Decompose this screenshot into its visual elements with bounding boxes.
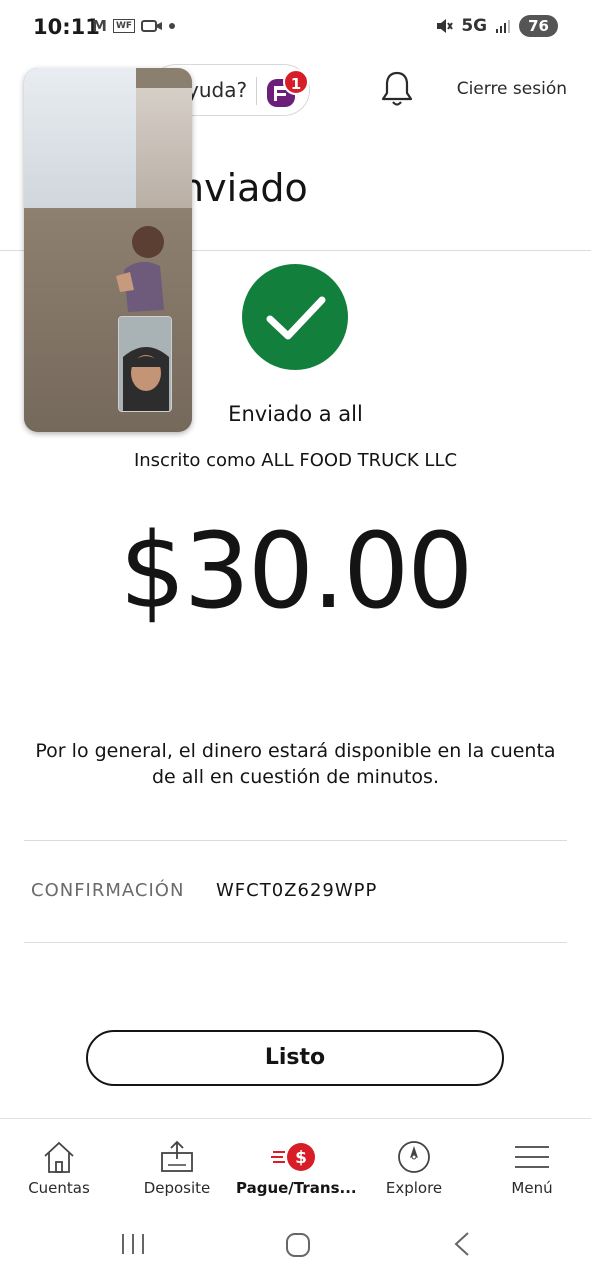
back-icon[interactable] (450, 1230, 474, 1258)
nav-label: Deposite (143, 1179, 211, 1197)
video-fridge (24, 68, 136, 208)
home-icon (44, 1141, 74, 1173)
notification-badge: 1 (283, 69, 309, 95)
more-notifications-dot (169, 23, 176, 29)
nav-deposit[interactable]: Deposite (118, 1119, 236, 1207)
page-title: nviado (180, 166, 308, 210)
confirmation-number: WFCT0Z629WPP (216, 880, 378, 901)
home-button-icon[interactable] (284, 1231, 312, 1259)
system-navigation-bar (0, 1206, 591, 1280)
help-divider (256, 77, 257, 105)
status-right: 5G 76 (435, 15, 558, 37)
sent-to-label: Enviado a all (0, 402, 591, 426)
video-child (116, 226, 164, 312)
status-notification-icons: M WF (92, 17, 176, 35)
hamburger-icon (515, 1146, 549, 1168)
nav-label: Explore (385, 1179, 443, 1197)
gmail-icon: M (92, 17, 107, 35)
status-time: 10:11 (33, 15, 100, 39)
success-check-icon (242, 264, 348, 370)
logout-link[interactable]: Cierre sesión (457, 79, 567, 99)
video-call-pip[interactable] (24, 68, 192, 432)
network-type: 5G (461, 16, 488, 36)
bottom-nav: Cuentas Deposite $ Pague/Trans... Explor… (0, 1118, 591, 1206)
enrolled-as-label: Inscrito como ALL FOOD TRUCK LLC (133, 450, 458, 471)
deposit-icon (161, 1140, 193, 1172)
divider-bottom (24, 942, 567, 943)
recent-apps-icon[interactable] (118, 1232, 148, 1256)
battery-indicator: 76 (519, 15, 558, 37)
nav-pay-transfer[interactable]: $ Pague/Trans... (236, 1119, 357, 1207)
compass-icon (398, 1141, 430, 1173)
transfer-amount: $30.00 (119, 510, 474, 632)
nav-label: Menú (511, 1179, 553, 1197)
svg-text:$: $ (295, 1148, 307, 1168)
bell-icon[interactable] (380, 70, 414, 108)
status-bar: 10:11 M WF 5G 76 (0, 0, 591, 56)
availability-note: Por lo general, el dinero estará disponi… (35, 740, 556, 788)
confirmation-label: CONFIRMACIÓN (31, 880, 185, 901)
divider-top (24, 840, 567, 841)
nav-accounts[interactable]: Cuentas (0, 1119, 118, 1207)
help-label: yuda? (187, 78, 248, 102)
video-self-view (118, 316, 172, 412)
video-cabinet (136, 88, 192, 208)
mute-icon (437, 19, 454, 33)
nav-menu[interactable]: Menú (473, 1119, 591, 1207)
done-button[interactable]: Listo (86, 1030, 504, 1086)
nav-explore[interactable]: Explore (355, 1119, 473, 1207)
nav-label: Cuentas (28, 1179, 90, 1197)
sent-to-text: Enviado a all (228, 402, 363, 426)
signal-icon (496, 20, 511, 33)
nav-label: Pague/Trans... (236, 1179, 357, 1197)
wellsfargo-icon: WF (112, 19, 136, 33)
video-call-icon (141, 20, 163, 32)
pay-transfer-icon: $ (271, 1143, 315, 1171)
